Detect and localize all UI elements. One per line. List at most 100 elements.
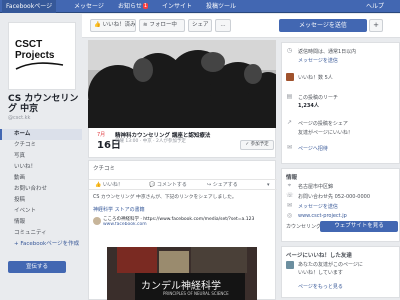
post-reach-label: この投稿のリーチ [298,95,339,101]
chevron-down-icon[interactable]: ▾ [267,180,270,190]
event-going-button[interactable]: ✓ 参加予定 [240,140,274,150]
top-tab-help[interactable]: ヘルプ [366,0,384,13]
page-summary-card: ◷ 返信時間は、通常1日以内 メッセージを送信 いいね！数 5人 ▤ この投稿の… [281,42,400,164]
top-tab-notifications[interactable]: お知らせ 1 [118,0,149,13]
location-icon: ⌖ [287,182,292,189]
notification-badge: 1 [142,3,149,9]
like-action[interactable]: 👍 いいね！ [95,180,123,190]
about-send-message[interactable]: メッセージを送信 [298,203,398,210]
friends-liked-page: 友達がページにいいね！ [298,130,353,136]
address-line: 名古屋市中区錦 [298,184,334,190]
send-message-link[interactable]: メッセージを送信 [298,57,398,64]
nav-item-photos[interactable]: 写真 [0,151,82,162]
check-icon: ✓ [245,142,250,147]
post-share-note: CS カウンセリング 中京さんが、下記のリンクをシェアしました。 [93,195,237,200]
post-link-heading[interactable]: 神経科学 ストアの書籍 [93,206,273,213]
friends-line-1: あなたの友達がこのページに [298,262,363,268]
promote-button[interactable]: 宣伝する [8,261,66,273]
shared-link-preview[interactable]: こころの神経科学 · https://www.facebook.com/medi… [93,216,273,232]
post-reach-value: 1,234人 [298,103,319,109]
logo-swoosh-icon [15,62,64,70]
nav-item-likes[interactable]: いいね！ [0,162,82,173]
comment-icon: 💬 [149,182,156,188]
invite-link[interactable]: ページへ招待 [298,145,398,152]
globe-icon: ◎ [286,212,293,219]
event-details: 日曜 13:00 · 中京 · 2人が参加予定 [115,139,186,144]
clock-icon: ◷ [286,47,293,54]
invite-icon: ✉ [286,144,293,151]
see-more-pages-link[interactable]: ページをもっと見る [298,283,398,290]
create-page-link[interactable]: + Facebookページを作成 [0,239,82,250]
add-button[interactable]: + [369,19,383,32]
event-title[interactable]: 精神科カウンセリング 講座と認知療法 [115,131,240,139]
going-label: 参加予定 [250,142,269,147]
share-label: シェア [192,22,209,28]
chart-icon: ▤ [286,93,293,100]
send-message-button[interactable]: メッセージを送信 [279,19,367,32]
post-section-label: クチコミ [93,166,116,172]
like-icon: 👍 [95,182,102,188]
share-action-label: シェアする [212,182,238,188]
logo-line-1: CSCT [15,39,43,50]
friends-card: ページにいいね！した友達 あなたの友達がこのページに いいね！しています ページ… [281,246,400,298]
top-tab-publishing-tools[interactable]: 投稿ツール [206,0,236,13]
phone-line: お問い合わせ先 052-000-0000 [298,194,371,200]
liked-button[interactable]: 👍 いいね！済み [90,19,136,32]
avatar [286,73,294,81]
friends-line-2: いいね！しています [298,270,343,276]
more-label: ... [220,22,226,28]
like-label: いいね！ [102,182,123,188]
phone-icon: ☏ [286,192,294,199]
nav-item-reviews[interactable]: クチコミ [0,140,82,151]
page-name: CS カウンセリング 中京 [8,94,79,114]
website-link[interactable]: www.csct-project.jp [298,213,398,219]
avatar [93,217,101,225]
following-button[interactable]: ≋ フォロー中 [139,19,185,32]
book-cover-image[interactable]: カンデル神経科学 PRINCIPLES OF NEURAL SCIENCE [107,247,257,300]
page-profile-picture[interactable]: CSCT Projects [8,22,76,90]
rss-icon: ≋ [143,22,148,28]
visit-website-button[interactable]: ウェブサイトを見る [320,221,398,232]
top-tab-messages[interactable]: メッセージ [74,0,104,13]
likes-count: いいね！数 5人 [298,75,333,81]
comment-action[interactable]: 💬 コメントする [149,180,187,190]
nav-item-events[interactable]: イベント [0,206,82,217]
nav-item-community[interactable]: コミュニティ [0,228,82,239]
top-tab-page[interactable]: Facebookページ [2,0,57,13]
book-subtitle: PRINCIPLES OF NEURAL SCIENCE [163,291,229,296]
top-tab-insights[interactable]: インサイト [162,0,192,13]
response-time: 返信時間は、通常1日以内 [298,49,357,55]
post-card: クチコミ 👍 いいね！ 💬 コメントする ↪ シェアする ▾ CS カウンセリン… [88,160,277,300]
about-title: 情報 [286,175,298,181]
message-icon: ✉ [286,202,293,209]
category-line[interactable]: カウンセリング [286,223,320,230]
about-card: 情報 ⌖ 名古屋市中区錦 ☏ お問い合わせ先 052-000-0000 ✉ メッ… [281,168,400,242]
cover-photo[interactable] [88,40,276,128]
page-handle[interactable]: @csct.kk [8,115,30,121]
logo-line-2: Projects [15,50,55,61]
notifications-label: お知らせ [118,3,142,10]
nav-item-videos[interactable]: 動画 [0,173,82,184]
thumbs-up-icon: 👍 [94,22,101,28]
nav-item-contact[interactable]: お問い合わせ [0,184,82,195]
share-button[interactable]: シェア [188,19,212,32]
friends-title: ページにいいね！した友達 [286,253,352,259]
page-logo: CSCT Projects [15,39,65,74]
tree-photo-image [88,40,276,128]
book-title: カンデル神経科学 [141,281,221,292]
left-sidebar: CSCT Projects CS カウンセリング 中京 @csct.kk ホーム… [0,14,82,300]
top-navigation-bar: Facebookページ メッセージ お知らせ 1 インサイト 投稿ツール ヘルプ [0,0,400,13]
nav-item-about[interactable]: 情報 [0,217,82,228]
page-nav: ホーム クチコミ 写真 いいね！ 動画 お問い合わせ 投稿 イベント 情報 コミ… [0,129,82,250]
liked-label: いいね！済み [102,22,136,28]
nav-item-home[interactable]: ホーム [0,129,82,140]
post-action-bar: 👍 いいね！ 💬 コメントする ↪ シェアする ▾ [89,179,277,190]
nav-item-posts[interactable]: 投稿 [0,195,82,206]
more-button[interactable]: ... [215,19,231,32]
share-icon: ↪ [207,182,212,188]
shared-link-domain: www.facebook.com [103,222,147,227]
event-card[interactable]: 7月 16日 精神科カウンセリング 講座と認知療法 日曜 13:00 · 中京 … [88,128,276,158]
share-action[interactable]: ↪ シェアする [207,180,238,190]
share-page-posts[interactable]: ページの投稿をシェア [298,120,398,127]
comment-label: コメントする [156,182,187,188]
